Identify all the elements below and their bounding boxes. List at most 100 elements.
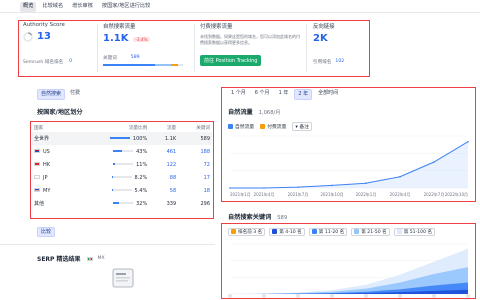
country-flag-icon (34, 175, 40, 179)
x-tick-label: 2022年7月 (424, 191, 445, 197)
ref-domains-value[interactable]: 102 (335, 59, 344, 65)
legend-label: 第 21-50 名 (361, 230, 387, 235)
score-ring-icon (23, 31, 33, 42)
table-row[interactable]: HK 11% 122 72 (32, 158, 212, 171)
mexico-flag-icon (86, 256, 93, 261)
timeline-marker (364, 294, 368, 298)
data-point (433, 161, 435, 163)
traffic-cell[interactable]: 88 (149, 171, 178, 184)
compare-button-wrap: 比较 (37, 227, 56, 237)
table-row[interactable]: MY 5.4% 58 18 (32, 184, 212, 197)
share-bar (113, 150, 134, 152)
organic-change-badge: -3.4% (133, 37, 150, 42)
organic-traffic-value[interactable]: 1.1K (103, 33, 128, 44)
share-bar (113, 163, 134, 165)
timeline-marker (262, 294, 266, 298)
country-cell: 其他 (32, 197, 71, 210)
tab-overview[interactable]: 概览 (20, 2, 37, 12)
keywords-cell[interactable]: 72 (178, 158, 212, 171)
keywords-legend: 排名前 3 名 第 4-10 名 第 11-20 名 第 21-50 名 第 51-10… (228, 228, 436, 236)
compare-button[interactable]: 比较 (37, 227, 56, 237)
keywords-chart-header: 自然搜索关键词 589 (228, 212, 287, 221)
keywords-distribution-bar (103, 64, 183, 66)
tab-growth-audit[interactable]: 增长审核 (69, 2, 96, 12)
keywords-cell[interactable]: 18 (178, 184, 212, 197)
position-tracking-button[interactable]: 前往 Position Tracking (200, 55, 262, 66)
table-row[interactable]: JP 8.2% 88 17 (32, 171, 212, 184)
share-cell: 43% (71, 145, 149, 158)
col-keywords[interactable]: 关键词 (178, 123, 212, 132)
country-flag-icon (34, 188, 40, 192)
keywords-value[interactable]: 589 (131, 55, 140, 61)
x-tick-label: 2021年1月 (230, 191, 251, 197)
keywords-cell[interactable]: 188 (178, 145, 212, 158)
organic-traffic-card: 自然搜索流量 1.1K -3.4% 关键词 589 (103, 22, 188, 75)
notes-dropdown[interactable]: ▾ 备注 (292, 122, 312, 131)
checkbox-icon (396, 229, 402, 234)
table-row[interactable]: 其他 32% 339 296 (32, 197, 212, 210)
share-cell: 8.2% (71, 171, 149, 184)
country-cell: JP (32, 171, 71, 184)
traffic-cell[interactable]: 58 (149, 184, 178, 197)
traffic-chart: 2021年1月 2021年4月 2021年7月 2021年10月 2022年1月 2022… (229, 135, 469, 197)
keywords-chart (228, 243, 470, 298)
traffic-cell[interactable]: 461 (149, 145, 178, 158)
tab-compare-domains[interactable]: 比较域名 (39, 2, 66, 12)
keyword-legend-item[interactable]: 第 4-10 名 (269, 228, 305, 236)
tab-compare-by-country[interactable]: 按国家/地区进行比较 (99, 2, 153, 12)
share-cell: 100% (70, 132, 150, 145)
col-share[interactable]: 流量比例 (71, 123, 149, 132)
country-name: JP (43, 174, 48, 181)
share-value: 8.2% (134, 174, 148, 181)
table-row[interactable]: US 43% 461 188 (32, 145, 212, 158)
keywords-cell[interactable]: 17 (178, 171, 212, 184)
keywords-cell[interactable]: 296 (178, 197, 212, 210)
keyword-legend-item[interactable]: 第 51-100 名 (393, 228, 436, 236)
checkbox-icon (354, 229, 360, 234)
country-table: 国家 流量比例 流量 关键词 全世界 100% 1.1K 589 US 43% 461 188… (32, 123, 212, 210)
timeline-marker (398, 294, 402, 298)
backlinks-title: 反向链接 (313, 24, 335, 30)
traffic-chart-title: 自然流量 (228, 109, 253, 116)
col-traffic[interactable]: 流量 (149, 123, 178, 132)
checkbox-icon (260, 124, 266, 129)
traffic-cell[interactable]: 339 (149, 197, 178, 210)
traffic-cell[interactable]: 122 (149, 158, 178, 171)
data-point (467, 140, 469, 143)
kpi-divider (306, 24, 307, 72)
share-value: 32% (136, 200, 148, 207)
traffic-legend: 自然流量 付费流量 ▾ 备注 (228, 122, 312, 131)
x-tick-label: 2022年1月 (356, 191, 377, 197)
data-point (331, 184, 333, 187)
timeline-marker (466, 294, 470, 298)
x-tick-label: 2021年7月 (288, 191, 309, 197)
share-bar (111, 189, 132, 191)
legend-organic[interactable]: 自然流量 (228, 123, 254, 130)
country-cell: HK (32, 158, 71, 171)
keyword-legend-item[interactable]: 排名前 3 名 (228, 228, 266, 236)
x-tick-label: 2021年10月 (320, 191, 343, 197)
keyword-legend-item[interactable]: 第 11-20 名 (308, 228, 348, 236)
country-flag-icon (34, 149, 40, 153)
keyword-legend-item[interactable]: 第 21-50 名 (351, 228, 390, 236)
share-bar (111, 176, 132, 178)
country-name: 其他 (34, 201, 45, 207)
backlinks-value[interactable]: 2K (313, 33, 328, 44)
keywords-chart-count: 589 (277, 215, 288, 221)
serp-header: SERP 精选结果 MX (37, 254, 105, 263)
pill-paid[interactable]: 付费 (67, 89, 83, 100)
traffic-chart-subtitle: 1,068/月 (258, 110, 281, 116)
data-point (399, 175, 401, 178)
legend-paid[interactable]: 付费流量 (260, 123, 286, 130)
keywords-chart-title: 自然搜索关键词 (228, 214, 272, 221)
x-tick-label: 2022年10月 (445, 191, 468, 197)
keywords-cell: 589 (178, 132, 212, 145)
timeline-marker (228, 294, 232, 298)
tabs-divider (0, 12, 480, 13)
semrush-rank-value[interactable]: 0 (69, 59, 72, 65)
pill-organic[interactable]: 自然搜索 (37, 89, 66, 100)
table-row[interactable]: 全世界 100% 1.1K 589 (32, 132, 212, 145)
col-country: 国家 (34, 125, 44, 131)
data-point (365, 182, 367, 185)
share-cell: 5.4% (71, 184, 149, 197)
